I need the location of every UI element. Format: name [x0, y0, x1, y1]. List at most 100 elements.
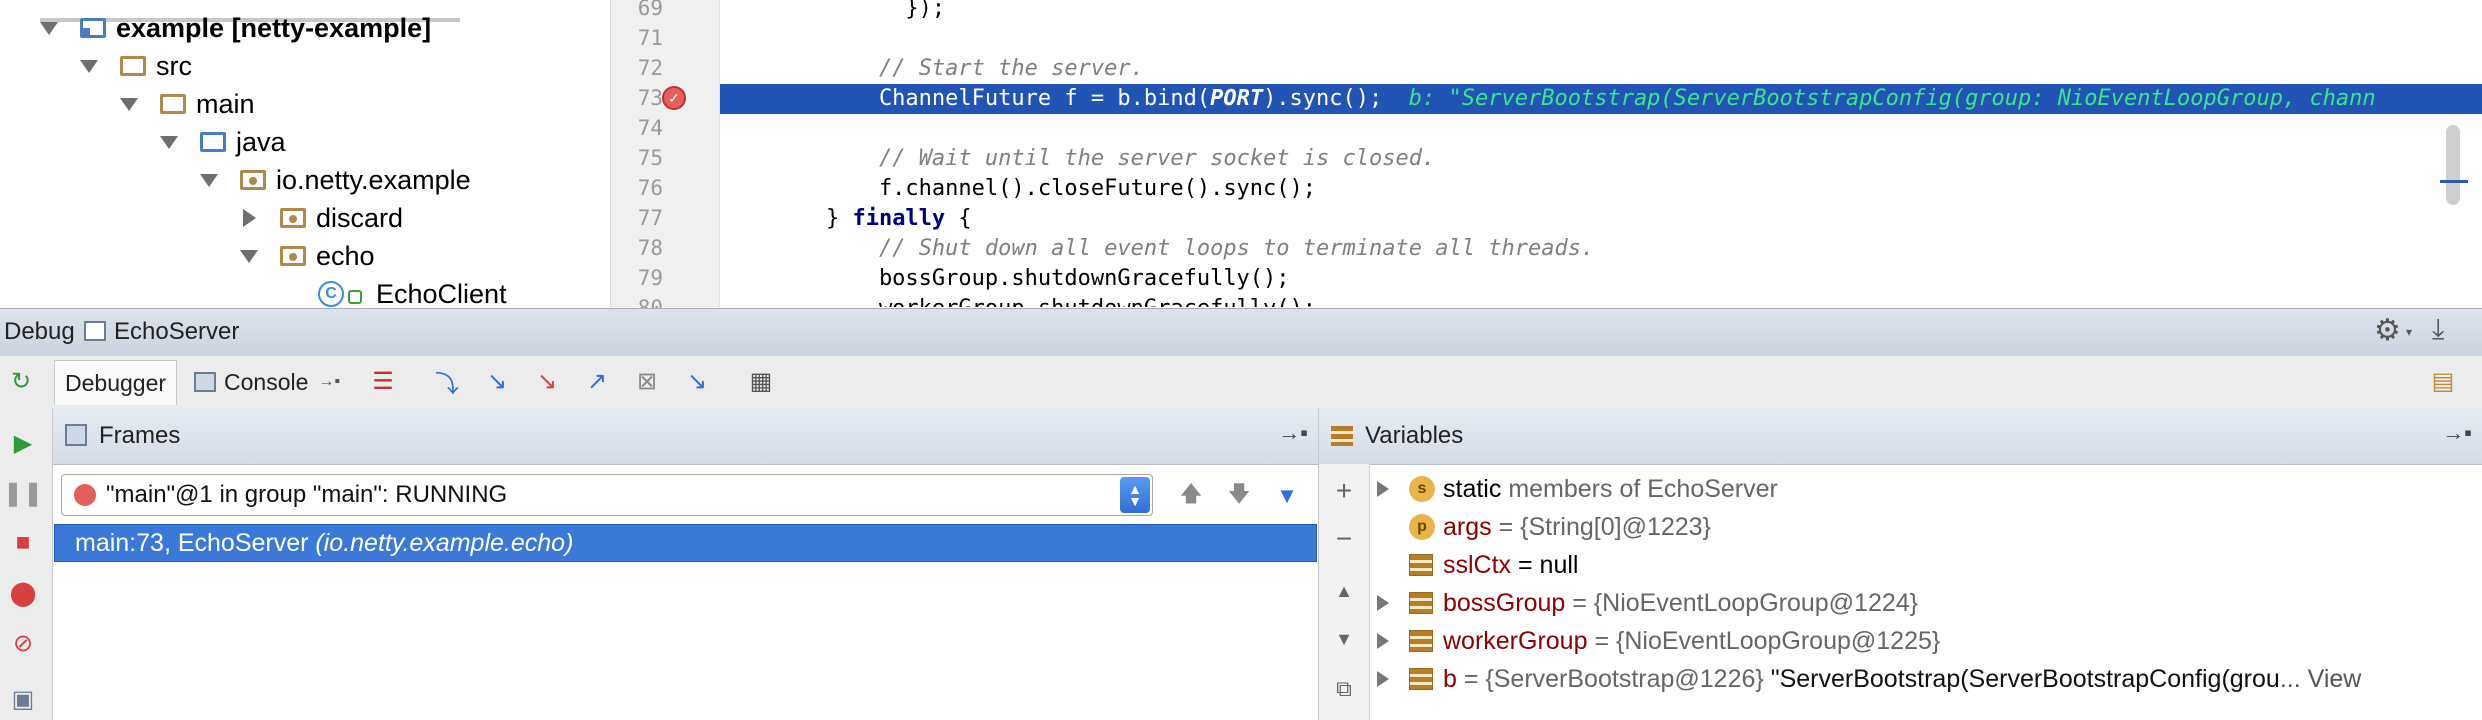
- expand-arrow-icon[interactable]: [160, 135, 178, 149]
- variables-title: Variables: [1365, 422, 1464, 449]
- code-line-75: // Wait until the server socket is close…: [720, 144, 1435, 174]
- show-execution-point-icon[interactable]: ☰: [368, 366, 398, 396]
- variable-value: = null: [1518, 550, 1579, 579]
- code-comment: // Wait until the server socket is close…: [878, 146, 1436, 171]
- code-comment: // Shut down all event loops to terminat…: [878, 236, 1595, 261]
- dropdown-arrows-icon[interactable]: ▲ ▼: [1120, 477, 1150, 513]
- tree-item-example-module[interactable]: example [netty-example]: [40, 9, 431, 47]
- thread-icon: [74, 484, 96, 506]
- tree-item-discard[interactable]: discard: [240, 199, 403, 237]
- inline-debug-value[interactable]: b: "ServerBootstrap(ServerBootstrapConfi…: [1382, 86, 2376, 111]
- source-folder-icon: [200, 132, 226, 152]
- variable-name: sslCtx: [1443, 550, 1512, 579]
- variable-row-args[interactable]: p args = {String[0]@1223}: [1377, 508, 1711, 546]
- static-badge-icon: s: [1409, 476, 1435, 502]
- code-text: {: [945, 206, 972, 231]
- tree-item-echo[interactable]: echo: [240, 237, 375, 275]
- variable-name: bossGroup: [1443, 588, 1566, 617]
- expand-arrow-icon[interactable]: [40, 21, 58, 35]
- tree-item-label: discard: [316, 202, 404, 233]
- pin-panel-icon[interactable]: →▪: [2442, 420, 2472, 446]
- expand-arrow-icon[interactable]: [200, 173, 218, 187]
- frames-icon: [65, 424, 87, 446]
- evaluate-expression-icon[interactable]: ▦: [746, 366, 776, 396]
- view-breakpoints-icon[interactable]: ⬤: [8, 578, 38, 608]
- code-line-80: workerGroup.shutdownGracefully();: [720, 294, 1316, 307]
- move-up-icon[interactable]: ▲: [1329, 576, 1359, 606]
- variable-row-b[interactable]: b = {ServerBootstrap@1226} "ServerBootst…: [1377, 660, 2361, 698]
- resume-icon[interactable]: ▶: [8, 428, 38, 458]
- variables-side-toolbar: + − ▲ ▼ ⧉: [1319, 464, 1370, 720]
- code-line-76: f.channel().closeFuture().sync();: [720, 176, 1317, 201]
- filter-icon[interactable]: ▼: [1273, 482, 1301, 510]
- code-editor[interactable]: }); // Start the server. ChannelFuture f…: [720, 0, 2482, 307]
- package-icon: [280, 246, 306, 266]
- step-out-icon[interactable]: ↗: [582, 366, 612, 396]
- collapse-arrow-icon[interactable]: [243, 209, 256, 227]
- variable-row-workergroup[interactable]: workerGroup = {NioEventLoopGroup@1225}: [1377, 622, 1940, 660]
- remove-watch-icon[interactable]: −: [1329, 523, 1359, 554]
- tab-debugger[interactable]: Debugger: [54, 360, 178, 405]
- step-into-icon[interactable]: ↘: [482, 366, 512, 396]
- line-number: 77: [637, 206, 663, 230]
- settings-dropdown-icon[interactable]: ▾: [2406, 325, 2412, 339]
- tab-console[interactable]: Console →▪: [184, 360, 350, 404]
- previous-frame-icon[interactable]: 🡅: [1177, 481, 1205, 510]
- stack-frame-row-selected[interactable]: main:73, EchoServer (io.netty.example.ec…: [54, 524, 1317, 562]
- tree-item-java[interactable]: java: [160, 123, 286, 161]
- code-line-73-current: ChannelFuture f = b.bind(PORT).sync(); b…: [720, 84, 2482, 114]
- run-to-cursor-icon[interactable]: ↘: [682, 366, 712, 396]
- tree-item-label: java: [236, 126, 286, 157]
- frames-panel: Frames →▪ "main"@1 in group "main": RUNN…: [53, 408, 1319, 720]
- tree-item-main[interactable]: main: [120, 85, 255, 123]
- package-icon: [240, 170, 266, 190]
- hide-window-icon[interactable]: ⤓: [2432, 313, 2444, 346]
- variable-name: args: [1443, 512, 1492, 541]
- variable-value: = {NioEventLoopGroup@1224}: [1572, 588, 1919, 617]
- stop-icon[interactable]: ■: [8, 528, 38, 558]
- next-frame-icon[interactable]: 🡇: [1225, 481, 1253, 510]
- line-number: 78: [637, 236, 663, 260]
- code-keyword: finally: [852, 206, 946, 231]
- expand-arrow-icon[interactable]: [1377, 481, 1389, 497]
- pin-tab-icon[interactable]: →▪: [318, 373, 340, 391]
- code-text: ).sync();: [1263, 86, 1383, 111]
- force-step-into-icon[interactable]: ↘: [532, 366, 562, 396]
- run-config-name[interactable]: EchoServer: [114, 318, 239, 346]
- view-more-link[interactable]: ... View: [2280, 665, 2362, 694]
- parameter-badge-icon: p: [1409, 514, 1435, 540]
- expand-arrow-icon[interactable]: [240, 249, 258, 263]
- editor-gutter[interactable]: 69 71 72 73 74 75 76 77 78 79 80: [611, 0, 720, 320]
- module-folder-icon: [80, 18, 106, 38]
- expand-arrow-icon[interactable]: [80, 59, 98, 73]
- breakpoint-icon[interactable]: ✓: [662, 86, 686, 110]
- pin-panel-icon[interactable]: →▪: [1278, 420, 1308, 446]
- tree-item-src[interactable]: src: [80, 47, 192, 85]
- variable-row-bossgroup[interactable]: bossGroup = {NioEventLoopGroup@1224}: [1377, 584, 1918, 622]
- pause-icon[interactable]: ❚❚: [3, 478, 43, 508]
- settings-gear-icon[interactable]: ⚙: [2374, 313, 2401, 348]
- tree-item-io-netty-example[interactable]: io.netty.example: [200, 161, 471, 199]
- restore-layout-icon[interactable]: ▤: [2428, 366, 2458, 396]
- tree-item-label: EchoClient: [376, 278, 507, 308]
- mute-breakpoints-icon[interactable]: ⊘: [8, 628, 38, 658]
- expand-arrow-icon[interactable]: [1377, 595, 1389, 611]
- copy-watch-icon[interactable]: ⧉: [1329, 674, 1359, 704]
- thread-selector[interactable]: "main"@1 in group "main": RUNNING ▲ ▼: [61, 474, 1153, 516]
- expand-arrow-icon[interactable]: [120, 97, 138, 111]
- step-over-icon[interactable]: ⤵: [432, 366, 462, 398]
- expand-arrow-icon[interactable]: [1377, 671, 1389, 687]
- editor-scrollbar[interactable]: [2446, 125, 2460, 205]
- variables-header: Variables →▪: [1319, 408, 2482, 465]
- camera-icon[interactable]: ▣: [8, 684, 38, 714]
- add-watch-icon[interactable]: +: [1329, 475, 1359, 506]
- scrollbar-marker: [2440, 180, 2468, 183]
- tree-item-echoclient[interactable]: C EchoClient: [318, 275, 507, 307]
- expand-arrow-icon[interactable]: [1377, 633, 1389, 649]
- variable-row-sslctx[interactable]: sslCtx = null: [1377, 546, 1578, 584]
- variable-row-static[interactable]: s static members of EchoServer: [1377, 470, 1778, 508]
- code-text: ChannelFuture f = b.bind(: [720, 86, 1211, 111]
- drop-frame-icon[interactable]: ⊠: [632, 366, 662, 396]
- move-down-icon[interactable]: ▼: [1329, 624, 1359, 654]
- rerun-icon[interactable]: ↻: [6, 366, 36, 396]
